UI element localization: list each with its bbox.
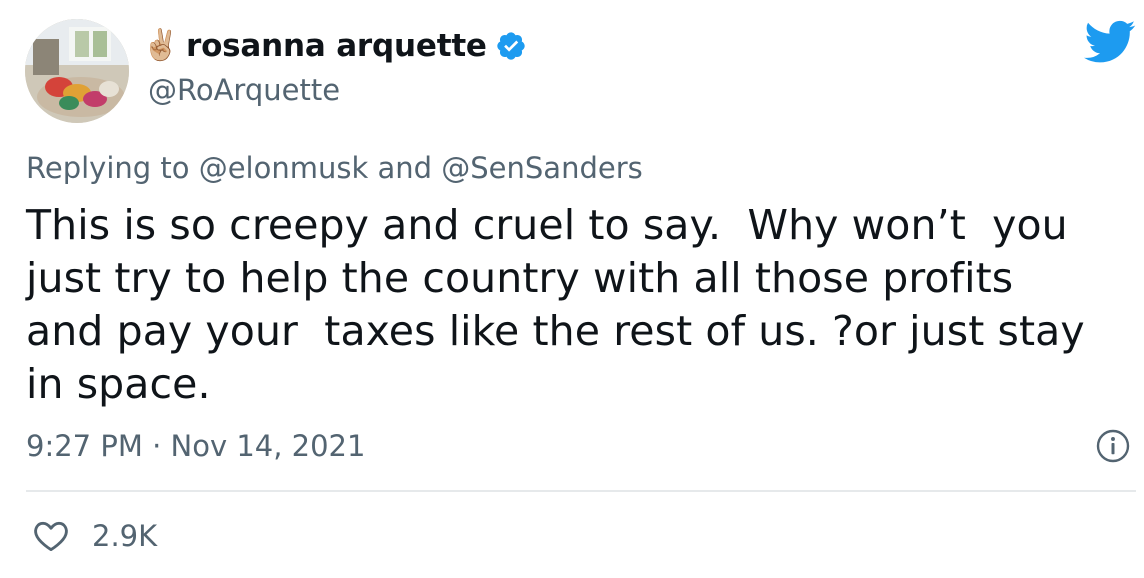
tweet-text-line: and pay your taxes like the rest of us. … bbox=[26, 307, 1085, 355]
tweet-text: This is so creepy and cruel to say. Why … bbox=[26, 199, 1138, 411]
reply-context: Replying to @elonmusk and @SenSanders bbox=[26, 151, 643, 185]
tweet-text-line: in space. bbox=[26, 360, 211, 408]
divider bbox=[26, 490, 1136, 492]
tweet-timestamp[interactable]: 9:27 PM · Nov 14, 2021 bbox=[26, 424, 365, 468]
info-icon[interactable] bbox=[1095, 428, 1131, 464]
name-row: ✌🏼 rosanna arquette bbox=[142, 26, 527, 66]
avatar[interactable] bbox=[25, 19, 129, 123]
twitter-bird-icon[interactable] bbox=[1084, 20, 1136, 64]
author-handle[interactable]: @RoArquette bbox=[148, 70, 527, 110]
author-info: ✌🏼 rosanna arquette @RoArquette bbox=[142, 26, 527, 110]
victory-hand-emoji: ✌🏼 bbox=[142, 28, 180, 63]
avatar-photo bbox=[25, 19, 129, 123]
heart-icon[interactable] bbox=[32, 517, 70, 555]
tweet-text-line: This is so creepy and cruel to say. Why … bbox=[26, 201, 1068, 249]
tweet-text-line: just try to help the country with all th… bbox=[26, 254, 1014, 302]
display-name[interactable]: rosanna arquette bbox=[186, 26, 487, 66]
like-button[interactable]: 2.9K bbox=[32, 514, 157, 558]
tweet-card: ✌🏼 rosanna arquette @RoArquette Replying… bbox=[0, 0, 1144, 578]
verified-badge-icon bbox=[495, 30, 527, 62]
like-count: 2.9K bbox=[92, 519, 158, 553]
